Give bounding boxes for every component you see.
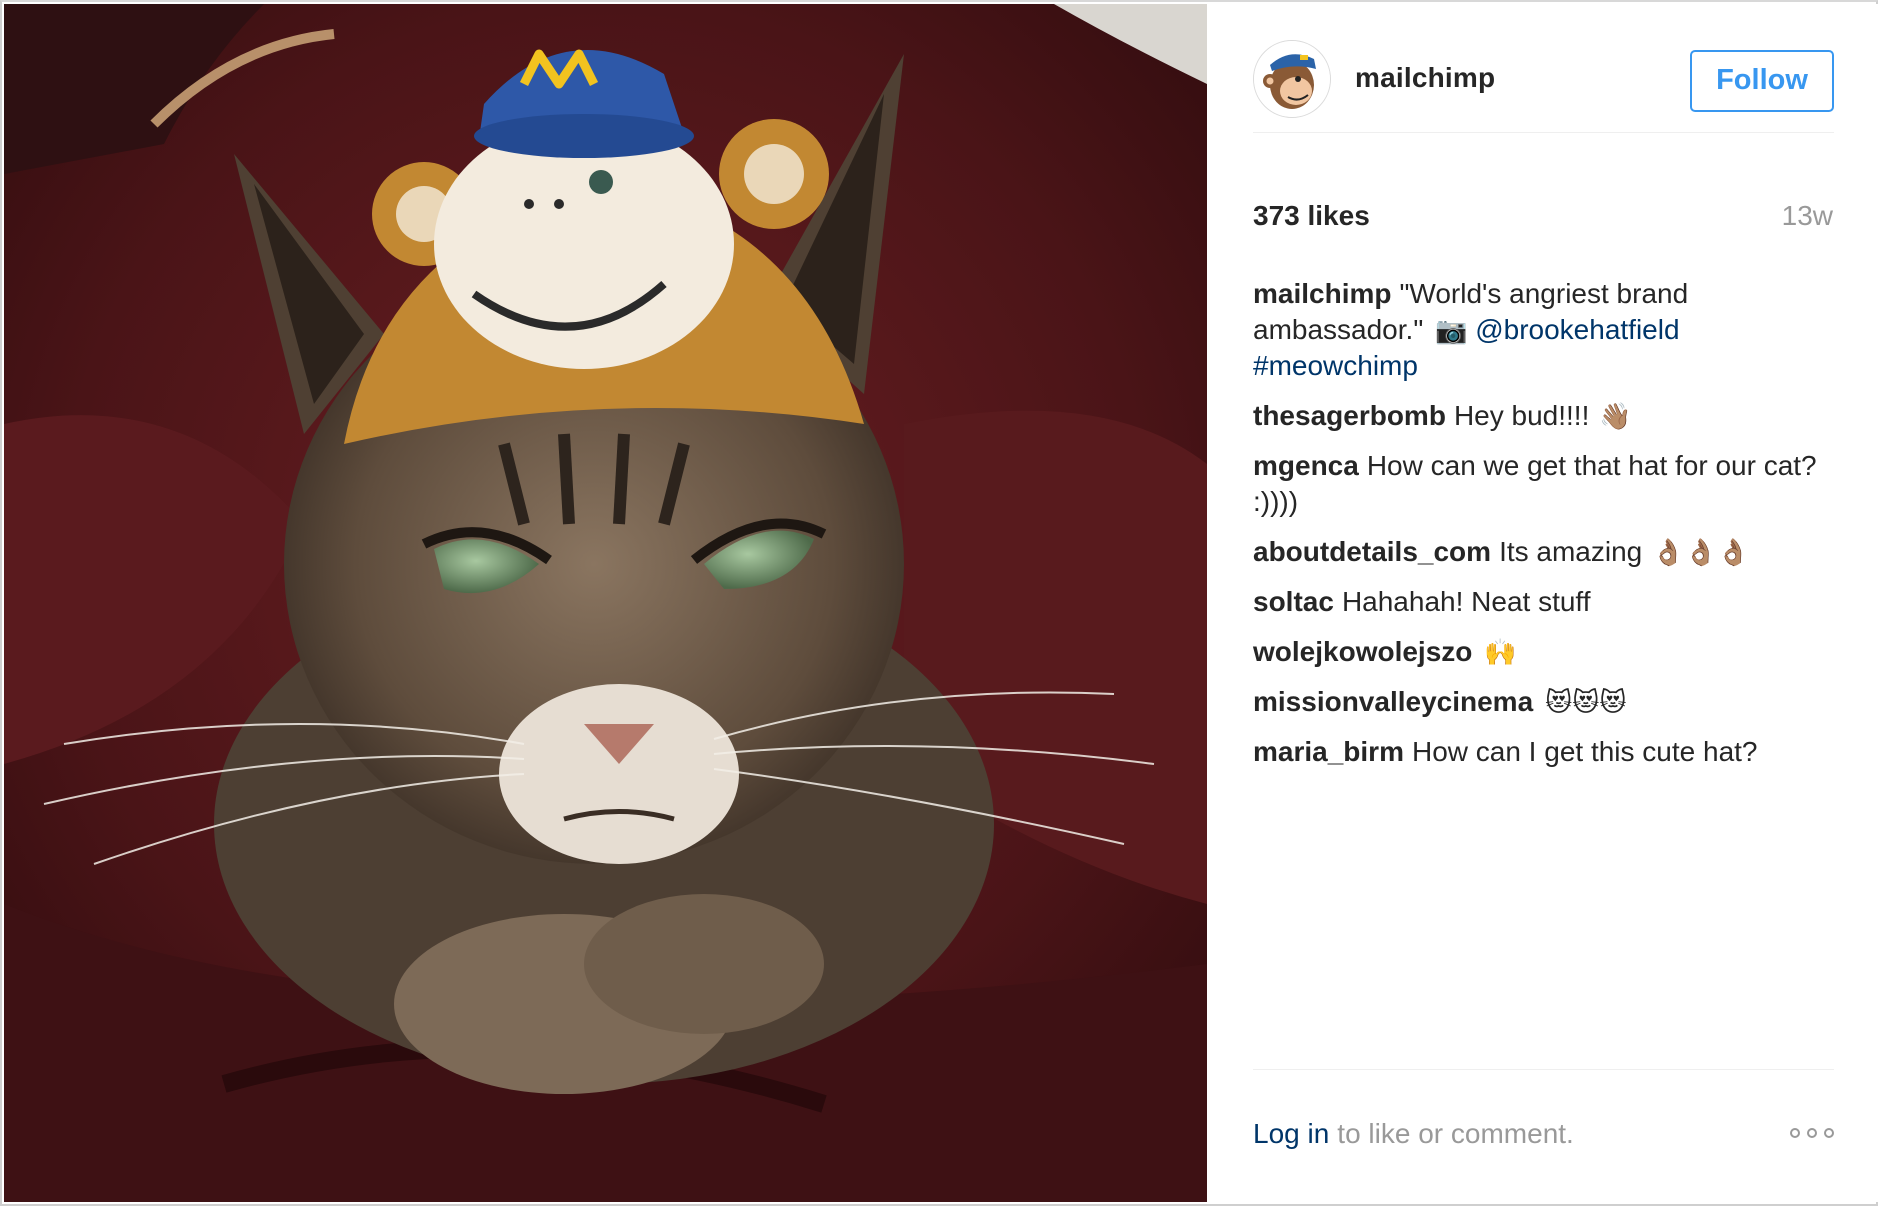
camera-icon: 📷	[1435, 315, 1468, 345]
comment-username[interactable]: thesagerbomb	[1253, 400, 1446, 431]
comment-item: missionvalleycinema 😻😻😻	[1253, 684, 1835, 720]
post-modal: mailchimp Follow 373 likes 13w mailchimp…	[0, 0, 1878, 1206]
likes-count[interactable]: 373 likes	[1253, 200, 1370, 232]
waving-hand-emoji-icon: 👋🏽	[1599, 401, 1632, 431]
footer-divider	[1253, 1069, 1834, 1070]
comment-item: aboutdetails_com Its amazing 👌🏽👌🏽👌🏽	[1253, 534, 1835, 570]
comment-username[interactable]: maria_birm	[1253, 736, 1404, 767]
comment-text: Hahahah! Neat stuff	[1341, 586, 1591, 617]
comments-list: mailchimp "World's angriest brand ambassa…	[1253, 276, 1835, 784]
more-options-icon[interactable]	[1790, 1128, 1834, 1138]
post-header: mailchimp Follow	[1253, 40, 1834, 120]
cat-in-monkey-hat-photo	[4, 4, 1207, 1202]
comment-item: wolejkowolejszo 🙌	[1253, 634, 1835, 670]
comment-item: mgenca How can we get that hat for our ca…	[1253, 448, 1835, 520]
comment-text: How can I get this cute hat?	[1411, 736, 1758, 767]
more-dot	[1807, 1128, 1817, 1138]
comment-username[interactable]: mgenca	[1253, 450, 1359, 481]
comment-item: thesagerbomb Hey bud!!!! 👋🏽	[1253, 398, 1835, 434]
avatar[interactable]	[1253, 40, 1331, 118]
ok-hand-emoji-icon: 👌🏽👌🏽👌🏽	[1652, 537, 1750, 567]
post-details-panel: mailchimp Follow 373 likes 13w mailchimp…	[1207, 4, 1878, 1202]
comment-item: soltac Hahahah! Neat stuff	[1253, 584, 1835, 620]
heart-eyes-cat-emoji-icon: 😻😻😻	[1545, 687, 1627, 717]
comment-text: Its amazing	[1499, 536, 1643, 567]
comment-item: maria_birm How can I get this cute hat?	[1253, 734, 1835, 770]
more-dot	[1824, 1128, 1834, 1138]
follow-button[interactable]: Follow	[1690, 50, 1834, 112]
login-prompt-text: to like or comment.	[1337, 1118, 1574, 1149]
caption-hashtag-link[interactable]: #meowchimp	[1253, 350, 1418, 381]
comment-username[interactable]: wolejkowolejszo	[1253, 636, 1472, 667]
caption: mailchimp "World's angriest brand ambassa…	[1253, 276, 1835, 384]
login-prompt: Log in to like or comment.	[1253, 1118, 1574, 1150]
header-divider	[1253, 132, 1834, 133]
login-link[interactable]: Log in	[1253, 1118, 1329, 1149]
raised-hands-emoji-icon: 🙌	[1484, 637, 1517, 667]
caption-mention-link[interactable]: @brookehatfield	[1475, 314, 1679, 345]
comment-username[interactable]: soltac	[1253, 586, 1334, 617]
more-dot	[1790, 1128, 1800, 1138]
comment-username[interactable]: aboutdetails_com	[1253, 536, 1491, 567]
comment-text: Hey bud!!!!	[1453, 400, 1590, 431]
post-photo[interactable]	[4, 4, 1207, 1202]
post-author-username[interactable]: mailchimp	[1355, 62, 1495, 94]
comment-username[interactable]: missionvalleycinema	[1253, 686, 1533, 717]
caption-username[interactable]: mailchimp	[1253, 278, 1391, 309]
post-age[interactable]: 13w	[1782, 200, 1833, 232]
mailchimp-logo-icon	[1254, 41, 1330, 117]
